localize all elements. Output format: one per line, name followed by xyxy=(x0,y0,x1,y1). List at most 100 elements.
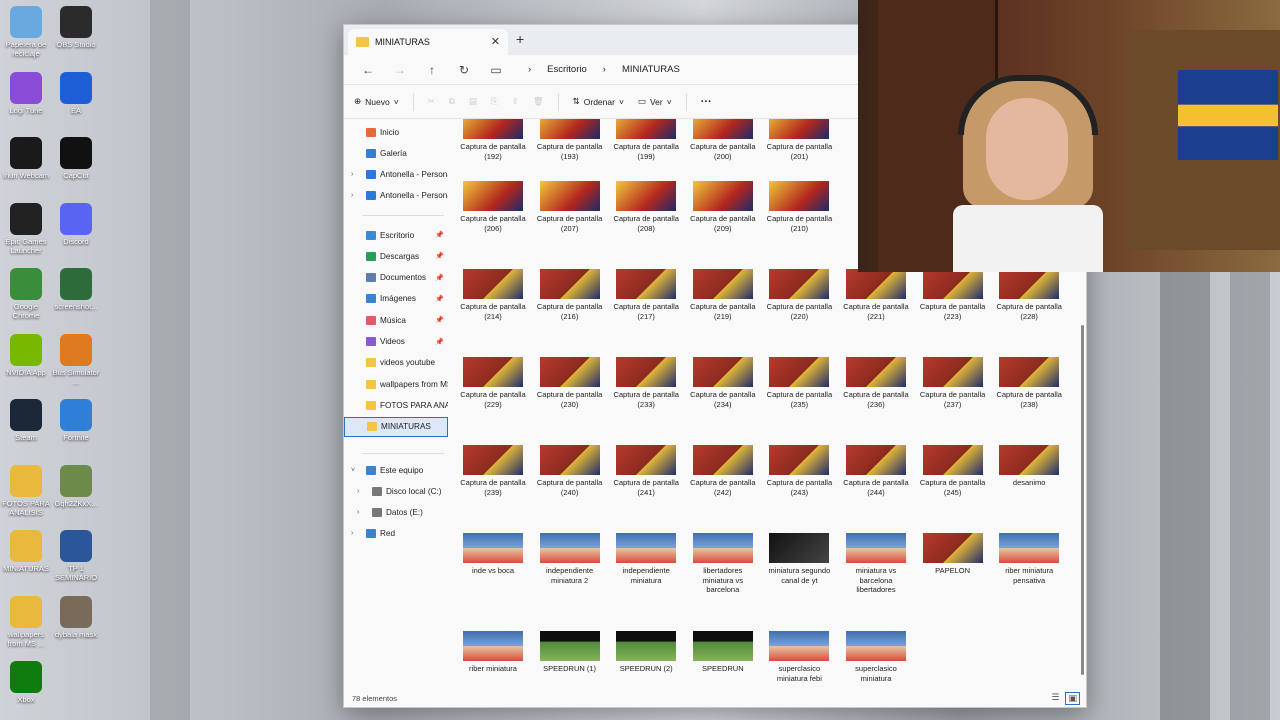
nav-item[interactable]: FOTOS PARA ANALISIS xyxy=(344,395,448,415)
file-item[interactable]: miniatura segundo canal de yt xyxy=(764,533,834,585)
chevron-right-icon[interactable]: › xyxy=(351,192,353,199)
file-item[interactable]: SPEEDRUN xyxy=(688,631,758,674)
file-item[interactable]: Captura de pantalla (237) xyxy=(918,357,988,409)
desktop-shortcut[interactable]: Epic Games Launcher xyxy=(0,202,52,255)
nav-item[interactable]: Inicio xyxy=(344,122,448,142)
nav-item[interactable]: videos youtube xyxy=(344,353,448,373)
file-item[interactable]: riber miniatura xyxy=(458,631,528,674)
breadcrumb-escritorio[interactable]: Escritorio xyxy=(547,64,587,75)
file-item[interactable]: Captura de pantalla (208) xyxy=(611,181,681,233)
nav-item[interactable]: Documentos 📌 xyxy=(344,268,448,288)
chevron-right-icon[interactable]: › xyxy=(351,171,353,178)
file-item[interactable]: Captura de pantalla (214) xyxy=(458,269,528,321)
file-item[interactable]: miniatura vs barcelona libertadores xyxy=(841,533,911,595)
chevron-down-icon[interactable]: ˅ xyxy=(351,467,355,474)
sort-button[interactable]: ⇅ Ordenar ˅ xyxy=(573,96,624,107)
file-item[interactable]: Captura de pantalla (229) xyxy=(458,357,528,409)
nav-item[interactable]: Escritorio 📌 xyxy=(344,225,448,245)
file-item[interactable]: inde vs boca xyxy=(458,533,528,576)
copy-icon[interactable]: ⧉ xyxy=(449,96,455,107)
desktop-shortcut[interactable]: EA xyxy=(50,71,102,115)
cut-icon[interactable]: ✂ xyxy=(428,96,435,107)
file-item[interactable]: Captura de pantalla (239) xyxy=(458,445,528,497)
file-item[interactable]: Captura de pantalla (220) xyxy=(764,269,834,321)
nav-item[interactable]: › Red xyxy=(344,524,448,544)
file-item[interactable]: Captura de pantalla (217) xyxy=(611,269,681,321)
desktop-shortcut[interactable]: Bus Simulator ... xyxy=(50,333,102,386)
file-item[interactable]: Captura de pantalla (234) xyxy=(688,357,758,409)
close-tab-icon[interactable]: ✕ xyxy=(491,35,500,48)
nav-item[interactable]: › Antonella - Personal xyxy=(344,186,448,206)
desktop-shortcut[interactable]: Fortnite xyxy=(50,399,102,442)
share-icon[interactable]: ⇪ xyxy=(512,96,519,107)
chevron-right-icon[interactable]: › xyxy=(351,530,353,537)
nav-item[interactable]: Imágenes 📌 xyxy=(344,289,448,309)
desktop-shortcut[interactable]: dybala mask xyxy=(50,595,102,639)
file-item[interactable]: SPEEDRUN (1) xyxy=(535,631,605,674)
file-item[interactable]: desanimo xyxy=(994,445,1064,488)
file-item[interactable]: SPEEDRUN (2) xyxy=(611,631,681,674)
file-item[interactable]: Captura de pantalla (192) xyxy=(458,119,528,161)
desktop-shortcut[interactable]: NVIDIA App xyxy=(0,333,52,377)
nav-item[interactable]: › Antonella - Personal xyxy=(344,165,448,185)
desktop-shortcut[interactable]: FOTOS PARA ANALISIS xyxy=(0,464,52,517)
desktop-shortcut[interactable]: Iriun Webcam xyxy=(0,137,52,180)
nav-item[interactable]: › Datos (E:) xyxy=(344,503,448,523)
desktop-shortcut[interactable]: Xbox xyxy=(0,661,52,704)
file-item[interactable]: independiente miniatura xyxy=(611,533,681,585)
desktop-shortcut[interactable]: Steam xyxy=(0,399,52,442)
file-item[interactable]: Captura de pantalla (207) xyxy=(535,181,605,233)
chevron-right-icon[interactable]: › xyxy=(357,488,359,495)
desktop-shortcut[interactable]: CapCut xyxy=(50,137,102,180)
file-item[interactable]: Captura de pantalla (233) xyxy=(611,357,681,409)
nav-item[interactable]: Galería xyxy=(344,143,448,163)
file-item[interactable]: superclasico miniatura xyxy=(841,631,911,683)
file-item[interactable]: libertadores miniatura vs barcelona xyxy=(688,533,758,595)
nav-item[interactable]: wallpapers from MS xyxy=(344,374,448,394)
monitor-icon[interactable]: ▭ xyxy=(480,63,512,77)
view-button[interactable]: ▭ Ver ˅ xyxy=(638,96,672,107)
delete-icon[interactable]: 🗑 xyxy=(533,96,544,107)
scrollbar[interactable] xyxy=(1081,325,1084,675)
desktop-shortcut[interactable]: screenshot... xyxy=(50,268,102,311)
file-item[interactable]: Captura de pantalla (219) xyxy=(688,269,758,321)
back-arrow-icon[interactable]: ← xyxy=(352,63,384,77)
file-item[interactable]: Captura de pantalla (242) xyxy=(688,445,758,497)
file-item[interactable]: Captura de pantalla (221) xyxy=(841,269,911,321)
nav-item[interactable]: Videos 📌 xyxy=(344,332,448,352)
forward-arrow-icon[interactable]: → xyxy=(384,63,416,77)
file-item[interactable]: Captura de pantalla (201) xyxy=(764,119,834,161)
new-tab-button[interactable]: + xyxy=(516,31,524,47)
desktop-shortcut[interactable]: Gqh2ZKxX... xyxy=(50,464,102,508)
desktop-shortcut[interactable]: OBS Studio xyxy=(50,6,102,49)
file-item[interactable]: Captura de pantalla (206) xyxy=(458,181,528,233)
file-item[interactable]: Captura de pantalla (238) xyxy=(994,357,1064,409)
file-item[interactable]: Captura de pantalla (223) xyxy=(918,269,988,321)
file-item[interactable]: Captura de pantalla (210) xyxy=(764,181,834,233)
paste-icon[interactable]: ▤ xyxy=(469,96,477,107)
nav-item[interactable]: › Disco local (C:) xyxy=(344,481,448,501)
file-item[interactable]: Captura de pantalla (199) xyxy=(611,119,681,161)
more-options-button[interactable]: ··· xyxy=(701,96,712,108)
desktop-shortcut[interactable]: wallpapers from MS ... xyxy=(0,595,52,648)
desktop-shortcut[interactable]: Discord xyxy=(50,202,102,246)
file-item[interactable]: Captura de pantalla (244) xyxy=(841,445,911,497)
nav-item[interactable]: ˅ Este equipo xyxy=(344,460,448,480)
details-view-icon[interactable]: ☰ xyxy=(1051,692,1059,705)
file-item[interactable]: Captura de pantalla (200) xyxy=(688,119,758,161)
file-item[interactable]: riber miniatura pensativa xyxy=(994,533,1064,585)
new-button[interactable]: ⊕ Nuevo ˅ xyxy=(354,96,399,107)
file-item[interactable]: Captura de pantalla (230) xyxy=(535,357,605,409)
file-item[interactable]: Captura de pantalla (240) xyxy=(535,445,605,497)
desktop-shortcut[interactable]: MINIATURAS xyxy=(0,530,52,573)
file-item[interactable]: Captura de pantalla (245) xyxy=(918,445,988,497)
breadcrumb-miniaturas[interactable]: MINIATURAS xyxy=(622,64,680,75)
file-item[interactable]: Captura de pantalla (216) xyxy=(535,269,605,321)
file-item[interactable]: Captura de pantalla (209) xyxy=(688,181,758,233)
file-item[interactable]: Captura de pantalla (241) xyxy=(611,445,681,497)
tiles-view-icon[interactable]: ▣ xyxy=(1065,692,1080,705)
file-item[interactable]: superclasico miniatura febi xyxy=(764,631,834,683)
rename-icon[interactable]: ⎘ xyxy=(491,96,498,107)
desktop-shortcut[interactable]: Logi Tune xyxy=(0,71,52,115)
desktop-shortcut[interactable]: Papelera de reciclaje xyxy=(0,6,52,58)
